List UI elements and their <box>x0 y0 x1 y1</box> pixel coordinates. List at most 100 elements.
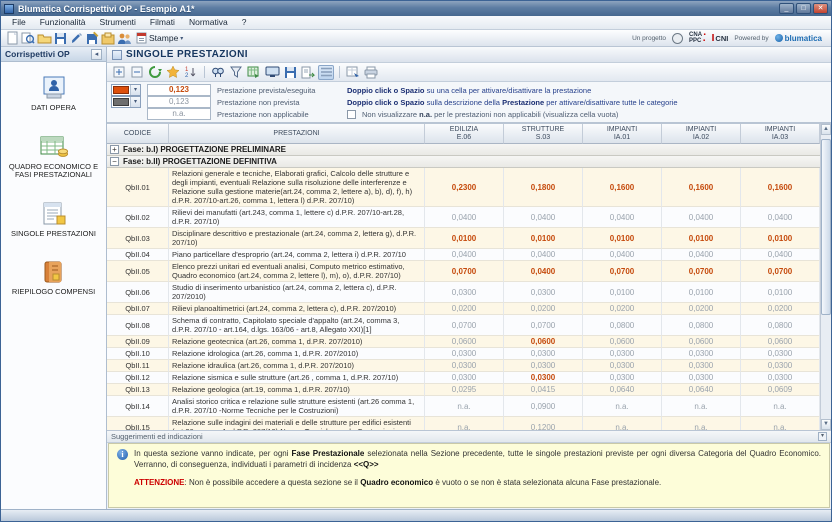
row-value-strutture[interactable]: 0,0300 <box>504 360 583 372</box>
row-value-impianti-ia02[interactable]: 0,0700 <box>662 261 741 282</box>
sidebar-item-quadro-economico[interactable]: QUADRO ECONOMICO E FASI PRESTAZIONALI <box>1 135 106 180</box>
row-value-strutture[interactable]: 0,0300 <box>504 348 583 360</box>
row-value-edilizia[interactable]: n.a. <box>425 396 504 417</box>
row-value-impianti-ia03[interactable]: n.a. <box>741 417 820 430</box>
row-value-strutture[interactable]: 0,0100 <box>504 228 583 249</box>
row-value-impianti-ia01[interactable]: 0,0640 <box>583 384 662 396</box>
group-row-fase-b2[interactable]: − Fase: b.II) PROGETTAZIONE DEFINITIVA <box>107 156 820 168</box>
row-value-impianti-ia02[interactable]: n.a. <box>662 417 741 430</box>
row-value-impianti-ia01[interactable]: 0,0300 <box>583 372 662 384</box>
sort-icon[interactable]: 12 <box>183 65 199 80</box>
row-value-strutture[interactable]: 0,0300 <box>504 282 583 303</box>
export-file-icon[interactable] <box>300 65 316 80</box>
find-icon[interactable] <box>210 65 226 80</box>
row-value-impianti-ia02[interactable]: 0,1600 <box>662 168 741 207</box>
row-description[interactable]: Rilievi dei manufatti (art.243, comma 1,… <box>169 207 425 228</box>
sidebar-pin-icon[interactable]: ◂ <box>91 49 102 60</box>
row-value-impianti-ia01[interactable]: 0,0200 <box>583 303 662 315</box>
row-value-impianti-ia02[interactable]: 0,0400 <box>662 207 741 228</box>
table-row[interactable]: QbII.07 Rilievi planoaltimetrici (art.24… <box>107 303 820 315</box>
row-description[interactable]: Relazione geologica (art.19, comma 1, d.… <box>169 384 425 396</box>
row-value-impianti-ia03[interactable]: 0,0609 <box>741 384 820 396</box>
row-value-impianti-ia02[interactable]: 0,0640 <box>662 384 741 396</box>
row-value-edilizia[interactable]: 0,0300 <box>425 360 504 372</box>
column-header-prestazioni[interactable]: PRESTAZIONI <box>169 124 425 144</box>
column-header-codice[interactable]: CODICE <box>107 124 169 144</box>
row-value-strutture[interactable]: 0,0400 <box>504 207 583 228</box>
screen-view-icon[interactable] <box>264 65 280 80</box>
table-row[interactable]: QbII.15 Relazione sulle indagini dei mat… <box>107 417 820 430</box>
edit-brush-icon[interactable] <box>69 32 83 45</box>
row-description[interactable]: Rilievi planoaltimetrici (art.24, comma … <box>169 303 425 315</box>
save-icon[interactable] <box>53 32 67 45</box>
row-value-strutture[interactable]: 0,1200 <box>504 417 583 430</box>
row-description[interactable]: Relazione idrologica (art.26, comma 1, d… <box>169 348 425 360</box>
row-description[interactable]: Relazione sulle indagini dei materiali e… <box>169 417 425 430</box>
row-value-impianti-ia03[interactable]: 0,0800 <box>741 315 820 336</box>
save-as-icon[interactable] <box>85 32 99 45</box>
menu-filmati[interactable]: Filmati <box>143 16 182 29</box>
row-value-edilizia[interactable]: 0,0300 <box>425 282 504 303</box>
row-value-impianti-ia03[interactable]: 0,1600 <box>741 168 820 207</box>
group-row-fase-b1[interactable]: + Fase: b.I) PROGETTAZIONE PRELIMINARE <box>107 144 820 156</box>
row-value-impianti-ia02[interactable]: 0,0100 <box>662 228 741 249</box>
inactive-color-picker[interactable]: ▾ <box>111 96 141 108</box>
list-view-icon[interactable] <box>318 65 334 80</box>
row-value-impianti-ia03[interactable]: 0,0200 <box>741 303 820 315</box>
hints-collapse-icon[interactable]: ▾ <box>818 432 827 441</box>
column-header-impianti-ia03[interactable]: IMPIANTIIA.03 <box>741 124 820 144</box>
row-value-impianti-ia02[interactable]: 0,0200 <box>662 303 741 315</box>
print-icon[interactable] <box>363 65 379 80</box>
preview-icon[interactable] <box>21 32 35 45</box>
sidebar-item-riepilogo-compensi[interactable]: RIEPILOGO COMPENSI <box>1 260 106 297</box>
row-value-strutture[interactable]: 0,0900 <box>504 396 583 417</box>
table-row[interactable]: QbII.11 Relazione idraulica (art.26, com… <box>107 360 820 372</box>
maximize-button[interactable]: □ <box>796 3 811 14</box>
row-description[interactable]: Piano particellare d'esproprio (art.24, … <box>169 249 425 261</box>
row-description[interactable]: Analisi storico critica e relazione sull… <box>169 396 425 417</box>
scrollbar-thumb[interactable] <box>821 139 831 315</box>
row-description[interactable]: Schema di contratto, Capitolato speciale… <box>169 315 425 336</box>
row-value-impianti-ia03[interactable]: 0,0100 <box>741 228 820 249</box>
row-value-edilizia[interactable]: 0,0400 <box>425 207 504 228</box>
row-value-impianti-ia01[interactable]: n.a. <box>583 417 662 430</box>
sidebar-item-singole-prestazioni[interactable]: SINGOLE PRESTAZIONI <box>1 202 106 239</box>
row-value-impianti-ia03[interactable]: 0,0300 <box>741 360 820 372</box>
column-header-impianti-ia01[interactable]: IMPIANTIIA.01 <box>583 124 662 144</box>
table-row[interactable]: QbII.09 Relazione geotecnica (art.26, co… <box>107 336 820 348</box>
row-value-impianti-ia03[interactable]: 0,0300 <box>741 348 820 360</box>
row-value-impianti-ia01[interactable]: 0,0600 <box>583 336 662 348</box>
row-value-impianti-ia01[interactable]: n.a. <box>583 396 662 417</box>
minimize-button[interactable]: _ <box>779 3 794 14</box>
row-value-impianti-ia02[interactable]: n.a. <box>662 396 741 417</box>
column-header-strutture[interactable]: STRUTTURES.03 <box>504 124 583 144</box>
row-description[interactable]: Disciplinare descrittivo e prestazionale… <box>169 228 425 249</box>
row-value-impianti-ia02[interactable]: 0,0600 <box>662 336 741 348</box>
row-value-edilizia[interactable]: 0,0300 <box>425 348 504 360</box>
expand-icon[interactable]: + <box>110 145 119 154</box>
row-description[interactable]: Relazioni generale e tecniche, Elaborati… <box>169 168 425 207</box>
row-value-strutture[interactable]: 0,0300 <box>504 372 583 384</box>
row-value-impianti-ia02[interactable]: 0,0300 <box>662 372 741 384</box>
menu-normativa[interactable]: Normativa <box>182 16 235 29</box>
row-description[interactable]: Studio di inserimento urbanistico (art.2… <box>169 282 425 303</box>
table-row[interactable]: QbII.12 Relazione sismica e sulle strutt… <box>107 372 820 384</box>
row-value-strutture[interactable]: 0,0700 <box>504 315 583 336</box>
select-all-icon[interactable] <box>165 65 181 80</box>
table-row[interactable]: QbII.04 Piano particellare d'esproprio (… <box>107 249 820 261</box>
row-value-impianti-ia01[interactable]: 0,0300 <box>583 348 662 360</box>
vertical-scrollbar[interactable]: ▲ ▼ <box>820 124 831 430</box>
close-button[interactable]: ✕ <box>813 3 828 14</box>
new-file-icon[interactable] <box>5 32 19 45</box>
row-value-impianti-ia02[interactable]: 0,0300 <box>662 360 741 372</box>
filter-icon[interactable] <box>228 65 244 80</box>
row-value-impianti-ia01[interactable]: 0,0300 <box>583 360 662 372</box>
row-value-impianti-ia01[interactable]: 0,0100 <box>583 228 662 249</box>
row-value-impianti-ia03[interactable]: 0,0600 <box>741 336 820 348</box>
active-color-picker[interactable]: ▾ <box>111 84 141 96</box>
table-row[interactable]: QbII.10 Relazione idrologica (art.26, co… <box>107 348 820 360</box>
row-value-impianti-ia01[interactable]: 0,0800 <box>583 315 662 336</box>
scroll-up-icon[interactable]: ▲ <box>821 124 831 135</box>
row-description[interactable]: Relazione sismica e sulle strutture (art… <box>169 372 425 384</box>
column-header-impianti-ia02[interactable]: IMPIANTIIA.02 <box>662 124 741 144</box>
